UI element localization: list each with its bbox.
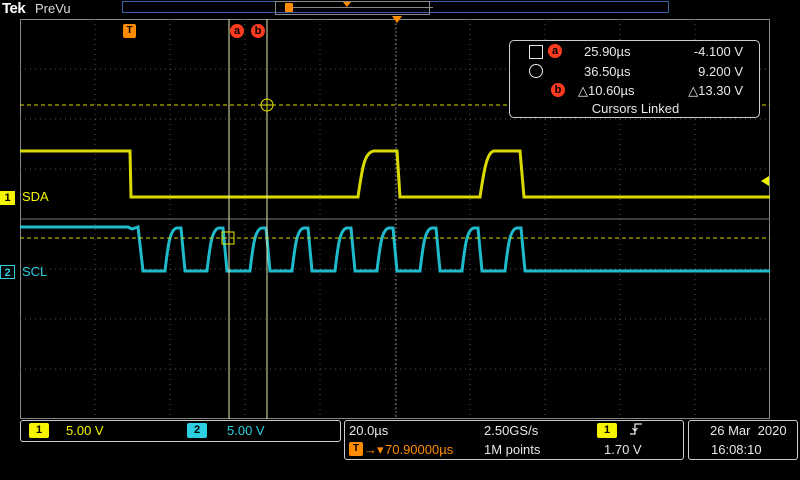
ch2-scale-badge[interactable]: 2 <box>187 423 207 438</box>
cursor-delta-volt: △13.30 V <box>688 83 743 98</box>
trigger-position-badge: T <box>349 442 363 456</box>
ch2-label: SCL <box>22 264 48 279</box>
rising-edge-icon <box>629 422 643 440</box>
cursors-linked-status: Cursors Linked <box>591 101 680 116</box>
record-length[interactable]: 1M points <box>484 442 540 457</box>
trigger-source-badge[interactable]: 1 <box>597 423 617 438</box>
channel-scale-panel[interactable]: 1 5.00 V 2 5.00 V <box>20 420 341 442</box>
cursor-b-volt: 9.200 V <box>698 64 743 79</box>
cursor-b-time: 36.50µs <box>584 64 631 79</box>
ch1-scale[interactable]: 5.00 V <box>66 423 104 438</box>
trigger-level[interactable]: 1.70 V <box>604 442 642 457</box>
ch1-badge[interactable]: 1 <box>0 191 15 205</box>
square-cursor-icon <box>529 45 543 59</box>
circle-cursor-icon <box>529 64 543 78</box>
time: 16:08:10 <box>711 442 762 457</box>
ch1-label: SDA <box>22 189 49 204</box>
cursor-a-volt: -4.100 V <box>693 44 743 59</box>
ch1-scale-badge[interactable]: 1 <box>29 423 49 438</box>
scl-waveform <box>20 224 770 273</box>
trigger-position-icon <box>392 16 402 23</box>
date-time-panel: 26 Mar 2020 16:08:10 <box>688 420 798 460</box>
sample-rate: 2.50GS/s <box>484 423 539 438</box>
date: 26 Mar 2020 <box>710 423 787 438</box>
cursor-a-time: 25.90µs <box>584 44 631 59</box>
trigger-level-arrow-icon <box>761 176 769 186</box>
ch2-scale[interactable]: 5.00 V <box>227 423 265 438</box>
cursor-readout[interactable]: a 25.90µs -4.100 V 36.50µs 9.200 V b △10… <box>509 40 760 118</box>
cursor-delta-time: △10.60µs <box>578 83 635 98</box>
trigger-marker-icon[interactable]: T <box>123 24 136 38</box>
trigger-position[interactable]: 70.90000µs <box>385 442 453 457</box>
trigger-arrow-icon: →▾ <box>364 442 384 457</box>
readout-a-badge: a <box>548 44 562 58</box>
cursor-a-badge[interactable]: a <box>230 24 244 38</box>
ch2-badge[interactable]: 2 <box>0 265 15 279</box>
cursor-b-badge[interactable]: b <box>251 24 265 38</box>
time-per-div[interactable]: 20.0µs <box>349 423 388 438</box>
readout-b-badge: b <box>551 83 565 97</box>
horizontal-trigger-panel[interactable]: 20.0µs 2.50GS/s 1 T →▾ 70.90000µs 1M poi… <box>344 420 684 460</box>
